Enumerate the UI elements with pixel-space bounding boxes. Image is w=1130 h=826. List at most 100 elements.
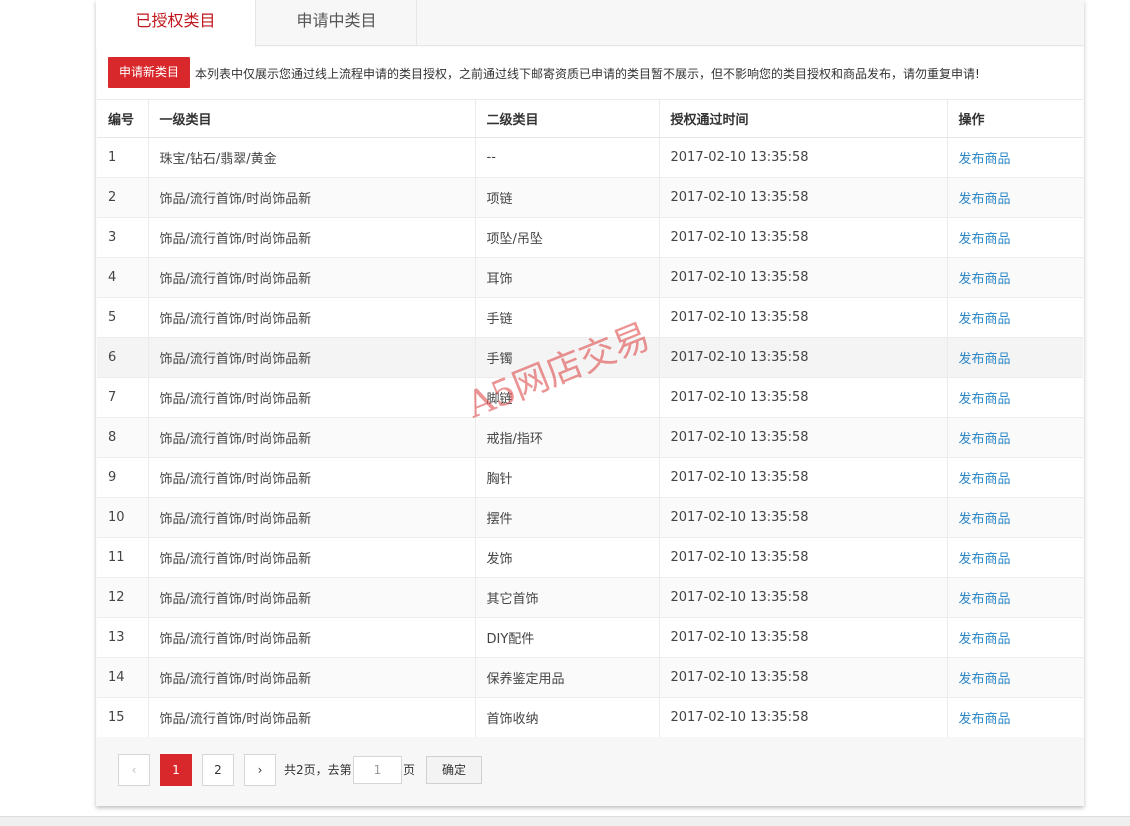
cell-number: 9 bbox=[97, 457, 149, 498]
apply-new-category-button[interactable]: 申请新类目 bbox=[108, 57, 190, 88]
table-row: 11 饰品/流行首饰/时尚饰品新 发饰 2017-02-10 13:35:58 发布商品 bbox=[97, 537, 1083, 578]
chevron-left-icon: ‹ bbox=[131, 763, 137, 777]
page-2-button[interactable]: 2 bbox=[202, 754, 234, 786]
cell-authorized-time: 2017-02-10 13:35:58 bbox=[659, 417, 948, 458]
table-row: 6 饰品/流行首饰/时尚饰品新 手镯 2017-02-10 13:35:58 发布商品 bbox=[97, 337, 1083, 378]
cell-level2-category: DIY配件 bbox=[475, 617, 660, 658]
cell-authorized-time: 2017-02-10 13:35:58 bbox=[659, 497, 948, 538]
table-header-row: 编号 一级类目 二级类目 授权通过时间 操作 bbox=[97, 100, 1083, 138]
table-row: 8 饰品/流行首饰/时尚饰品新 戒指/指环 2017-02-10 13:35:58 发布… bbox=[97, 417, 1083, 458]
pagination: ‹ 1 2 › 共2页，去第 页 确定 bbox=[96, 737, 1084, 806]
publish-product-link[interactable]: 发布商品 bbox=[947, 177, 1083, 218]
category-list-content: 申请新类目 本列表中仅展示您通过线上流程申请的类目授权，之前通过线下邮寄资质已申… bbox=[97, 47, 1083, 738]
publish-product-link[interactable]: 发布商品 bbox=[947, 337, 1083, 378]
publish-product-link[interactable]: 发布商品 bbox=[947, 577, 1083, 618]
cell-number: 8 bbox=[97, 417, 149, 458]
table-row: 7 饰品/流行首饰/时尚饰品新 脚链 2017-02-10 13:35:58 发布商品 bbox=[97, 377, 1083, 418]
notice-row: 申请新类目 本列表中仅展示您通过线上流程申请的类目授权，之前通过线下邮寄资质已申… bbox=[97, 47, 1083, 100]
publish-product-link[interactable]: 发布商品 bbox=[947, 217, 1083, 258]
page-suffix-text: 页 bbox=[403, 763, 416, 777]
tab-bar: 已授权类目 申请中类目 bbox=[96, 0, 1084, 47]
publish-product-link[interactable]: 发布商品 bbox=[947, 457, 1083, 498]
publish-product-link[interactable]: 发布商品 bbox=[947, 657, 1083, 698]
header-authorized-time: 授权通过时间 bbox=[659, 100, 948, 138]
cell-level1-category: 饰品/流行首饰/时尚饰品新 bbox=[148, 337, 476, 378]
cell-level1-category: 饰品/流行首饰/时尚饰品新 bbox=[148, 417, 476, 458]
cell-level1-category: 饰品/流行首饰/时尚饰品新 bbox=[148, 497, 476, 538]
cell-authorized-time: 2017-02-10 13:35:58 bbox=[659, 617, 948, 658]
cell-level1-category: 饰品/流行首饰/时尚饰品新 bbox=[148, 457, 476, 498]
cell-level1-category: 饰品/流行首饰/时尚饰品新 bbox=[148, 617, 476, 658]
table-row: 1 珠宝/钻石/翡翠/黄金 -- 2017-02-10 13:35:58 发布商品 bbox=[97, 137, 1083, 178]
cell-level2-category: 项坠/吊坠 bbox=[475, 217, 660, 258]
publish-product-link[interactable]: 发布商品 bbox=[947, 257, 1083, 298]
table-row: 4 饰品/流行首饰/时尚饰品新 耳饰 2017-02-10 13:35:58 发布商品 bbox=[97, 257, 1083, 298]
cell-number: 10 bbox=[97, 497, 149, 538]
authorized-category-table: 编号 一级类目 二级类目 授权通过时间 操作 1 珠宝/钻石/翡翠/黄金 -- 201… bbox=[97, 100, 1083, 738]
publish-product-link[interactable]: 发布商品 bbox=[947, 537, 1083, 578]
cell-level2-category: 手链 bbox=[475, 297, 660, 338]
next-page-button[interactable]: › bbox=[244, 754, 276, 786]
publish-product-link[interactable]: 发布商品 bbox=[947, 417, 1083, 458]
table-row: 5 饰品/流行首饰/时尚饰品新 手链 2017-02-10 13:35:58 发布商品 bbox=[97, 297, 1083, 338]
cell-level1-category: 饰品/流行首饰/时尚饰品新 bbox=[148, 657, 476, 698]
table-row: 3 饰品/流行首饰/时尚饰品新 项坠/吊坠 2017-02-10 13:35:58 发布… bbox=[97, 217, 1083, 258]
cell-number: 7 bbox=[97, 377, 149, 418]
cell-level1-category: 饰品/流行首饰/时尚饰品新 bbox=[148, 697, 476, 738]
prev-page-button[interactable]: ‹ bbox=[118, 754, 150, 786]
publish-product-link[interactable]: 发布商品 bbox=[947, 697, 1083, 738]
cell-level1-category: 珠宝/钻石/翡翠/黄金 bbox=[148, 137, 476, 178]
cell-level1-category: 饰品/流行首饰/时尚饰品新 bbox=[148, 577, 476, 618]
cell-number: 2 bbox=[97, 177, 149, 218]
cell-authorized-time: 2017-02-10 13:35:58 bbox=[659, 137, 948, 178]
cell-number: 5 bbox=[97, 297, 149, 338]
cell-authorized-time: 2017-02-10 13:35:58 bbox=[659, 457, 948, 498]
cell-number: 14 bbox=[97, 657, 149, 698]
cell-level1-category: 饰品/流行首饰/时尚饰品新 bbox=[148, 297, 476, 338]
cell-level2-category: 手镯 bbox=[475, 337, 660, 378]
cell-authorized-time: 2017-02-10 13:35:58 bbox=[659, 697, 948, 738]
cell-level2-category: 其它首饰 bbox=[475, 577, 660, 618]
table-row: 15 饰品/流行首饰/时尚饰品新 首饰收纳 2017-02-10 13:35:58 发布… bbox=[97, 697, 1083, 738]
publish-product-link[interactable]: 发布商品 bbox=[947, 617, 1083, 658]
cell-level2-category: 戒指/指环 bbox=[475, 417, 660, 458]
cell-level1-category: 饰品/流行首饰/时尚饰品新 bbox=[148, 377, 476, 418]
page-number-input[interactable] bbox=[353, 756, 402, 784]
cell-number: 11 bbox=[97, 537, 149, 578]
cell-authorized-time: 2017-02-10 13:35:58 bbox=[659, 577, 948, 618]
tab-pending-categories[interactable]: 申请中类目 bbox=[257, 0, 417, 46]
notice-text: 本列表中仅展示您通过线上流程申请的类目授权，之前通过线下邮寄资质已申请的类目暂不… bbox=[195, 67, 980, 81]
cell-number: 13 bbox=[97, 617, 149, 658]
cell-level1-category: 饰品/流行首饰/时尚饰品新 bbox=[148, 257, 476, 298]
table-row: 13 饰品/流行首饰/时尚饰品新 DIY配件 2017-02-10 13:35:58 发… bbox=[97, 617, 1083, 658]
publish-product-link[interactable]: 发布商品 bbox=[947, 497, 1083, 538]
cell-level1-category: 饰品/流行首饰/时尚饰品新 bbox=[148, 217, 476, 258]
cell-level2-category: 脚链 bbox=[475, 377, 660, 418]
cell-authorized-time: 2017-02-10 13:35:58 bbox=[659, 337, 948, 378]
cell-level2-category: -- bbox=[475, 137, 660, 178]
cell-authorized-time: 2017-02-10 13:35:58 bbox=[659, 657, 948, 698]
publish-product-link[interactable]: 发布商品 bbox=[947, 137, 1083, 178]
tab-authorized-categories[interactable]: 已授权类目 bbox=[96, 0, 256, 47]
cell-level2-category: 项链 bbox=[475, 177, 660, 218]
cell-number: 4 bbox=[97, 257, 149, 298]
publish-product-link[interactable]: 发布商品 bbox=[947, 297, 1083, 338]
publish-product-link[interactable]: 发布商品 bbox=[947, 377, 1083, 418]
cell-authorized-time: 2017-02-10 13:35:58 bbox=[659, 177, 948, 218]
bottom-scroll-strip bbox=[0, 816, 1130, 826]
header-action: 操作 bbox=[947, 100, 1083, 138]
cell-authorized-time: 2017-02-10 13:35:58 bbox=[659, 537, 948, 578]
table-row: 10 饰品/流行首饰/时尚饰品新 摆件 2017-02-10 13:35:58 发布商品 bbox=[97, 497, 1083, 538]
cell-authorized-time: 2017-02-10 13:35:58 bbox=[659, 297, 948, 338]
chevron-right-icon: › bbox=[257, 763, 263, 777]
cell-number: 1 bbox=[97, 137, 149, 178]
cell-level2-category: 摆件 bbox=[475, 497, 660, 538]
page-1-button[interactable]: 1 bbox=[160, 754, 192, 786]
cell-level1-category: 饰品/流行首饰/时尚饰品新 bbox=[148, 177, 476, 218]
cell-level2-category: 保养鉴定用品 bbox=[475, 657, 660, 698]
header-number: 编号 bbox=[97, 100, 149, 138]
table-row: 9 饰品/流行首饰/时尚饰品新 胸针 2017-02-10 13:35:58 发布商品 bbox=[97, 457, 1083, 498]
confirm-page-button[interactable]: 确定 bbox=[426, 756, 482, 784]
cell-number: 12 bbox=[97, 577, 149, 618]
cell-level1-category: 饰品/流行首饰/时尚饰品新 bbox=[148, 537, 476, 578]
